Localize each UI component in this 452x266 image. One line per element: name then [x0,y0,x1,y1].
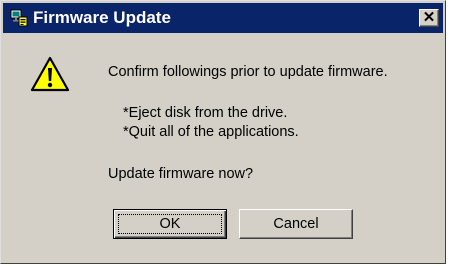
firmware-update-dialog: Firmware Update ✕ Confirm followings pri… [0,0,446,264]
cancel-button[interactable]: Cancel [239,209,353,239]
title-bar[interactable]: Firmware Update ✕ [3,3,443,33]
close-icon: ✕ [422,9,436,26]
instruction-item: *Eject disk from the drive. [123,105,288,121]
update-question: Update firmware now? [108,166,254,182]
warning-icon [30,56,70,92]
instruction-item: *Quit all of the applications. [123,124,299,140]
close-button[interactable]: ✕ [419,9,439,27]
ok-button[interactable]: OK [113,209,227,239]
cancel-button-label: Cancel [273,216,319,232]
ok-button-label: OK [159,216,181,232]
window-title: Firmware Update [33,8,171,27]
monitor-app-icon [10,9,28,27]
confirm-message: Confirm followings prior to update firmw… [108,64,388,80]
